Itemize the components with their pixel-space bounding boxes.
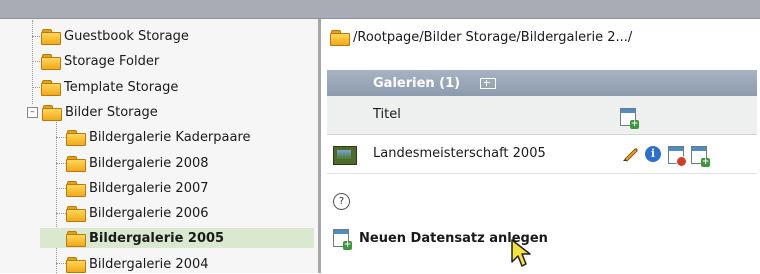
breadcrumb-path: /Rootpage/Bilder Storage/Bildergalerie 2… [353, 30, 633, 45]
tree-item-bildergalerie-2006[interactable]: Bildergalerie 2006 [66, 203, 209, 223]
tree-item-bildergalerie-2007[interactable]: Bildergalerie 2007 [66, 178, 209, 198]
top-toolbar [0, 0, 760, 19]
tree-line [56, 263, 66, 264]
pane-divider[interactable] [318, 19, 321, 273]
tree-item-label[interactable]: Bildergalerie 2005 [89, 231, 224, 246]
collapse-icon[interactable]: – [27, 106, 38, 118]
folder-icon[interactable] [66, 129, 86, 146]
folder-icon[interactable] [66, 205, 86, 222]
tree-item-label[interactable]: Storage Folder [64, 54, 159, 69]
help-icon[interactable]: ? [333, 193, 350, 210]
tree-item-label[interactable]: Template Storage [64, 80, 178, 95]
column-header-row: Titel + [327, 96, 757, 135]
folder-icon [330, 30, 350, 46]
new-record-icon[interactable]: + [333, 229, 352, 250]
folder-icon[interactable] [41, 53, 61, 70]
tree-item-label[interactable]: Guestbook Storage [64, 29, 189, 44]
history-record-icon[interactable] [668, 146, 687, 167]
tree-line [56, 120, 57, 273]
tree-item-template-storage[interactable]: Template Storage [41, 77, 178, 97]
record-title[interactable]: Landesmeisterschaft 2005 [373, 146, 546, 161]
expand-table-icon[interactable] [480, 77, 497, 89]
tree-item-storage-folder[interactable]: Storage Folder [41, 51, 159, 71]
tree-item-guestbook-storage[interactable]: Guestbook Storage [41, 26, 189, 46]
mouse-cursor-icon [511, 239, 531, 267]
tree-line [56, 213, 66, 214]
new-record-after-icon[interactable]: + [691, 146, 710, 167]
tree-item-label[interactable]: Bildergalerie 2008 [89, 156, 209, 171]
tree-item-label[interactable]: Bildergalerie 2007 [89, 181, 209, 196]
table-title: Galerien (1) [373, 75, 461, 91]
tree-item-label[interactable]: Bilder Storage [65, 105, 158, 120]
table-row[interactable]: Landesmeisterschaft 2005 i + [327, 135, 757, 174]
tree-item-bildergalerie-kaderpaare[interactable]: Bildergalerie Kaderpaare [66, 127, 251, 147]
edit-pencil-icon[interactable] [622, 146, 638, 162]
column-header-titel[interactable]: Titel [373, 107, 401, 122]
tree-item-bildergalerie-2005[interactable]: Bildergalerie 2005 [40, 228, 314, 248]
new-record-icon[interactable]: + [620, 108, 639, 129]
tree-item-bilder-storage[interactable]: – Bilder Storage [27, 102, 158, 122]
tree-line [56, 137, 66, 138]
tree-line [56, 188, 66, 189]
tree-item-label[interactable]: Bildergalerie Kaderpaare [89, 130, 251, 145]
breadcrumb: /Rootpage/Bilder Storage/Bildergalerie 2… [330, 30, 633, 46]
folder-icon[interactable] [41, 79, 61, 96]
gallery-image-icon [333, 146, 357, 165]
folder-icon[interactable] [66, 230, 86, 247]
folder-icon[interactable] [41, 28, 61, 45]
folder-icon[interactable] [66, 256, 86, 273]
tree-line [32, 20, 33, 104]
tree-item-label[interactable]: Bildergalerie 2004 [89, 257, 209, 272]
tree-item-bildergalerie-2008[interactable]: Bildergalerie 2008 [66, 153, 209, 173]
tree-item-label[interactable]: Bildergalerie 2006 [89, 206, 209, 221]
folder-icon[interactable] [66, 155, 86, 172]
folder-icon[interactable] [42, 104, 62, 121]
tree-line [56, 163, 66, 164]
info-icon[interactable]: i [645, 146, 661, 162]
galerien-table-header: Galerien (1) [327, 70, 757, 96]
tree-item-bildergalerie-2004[interactable]: Bildergalerie 2004 [66, 254, 209, 274]
folder-icon[interactable] [66, 180, 86, 197]
